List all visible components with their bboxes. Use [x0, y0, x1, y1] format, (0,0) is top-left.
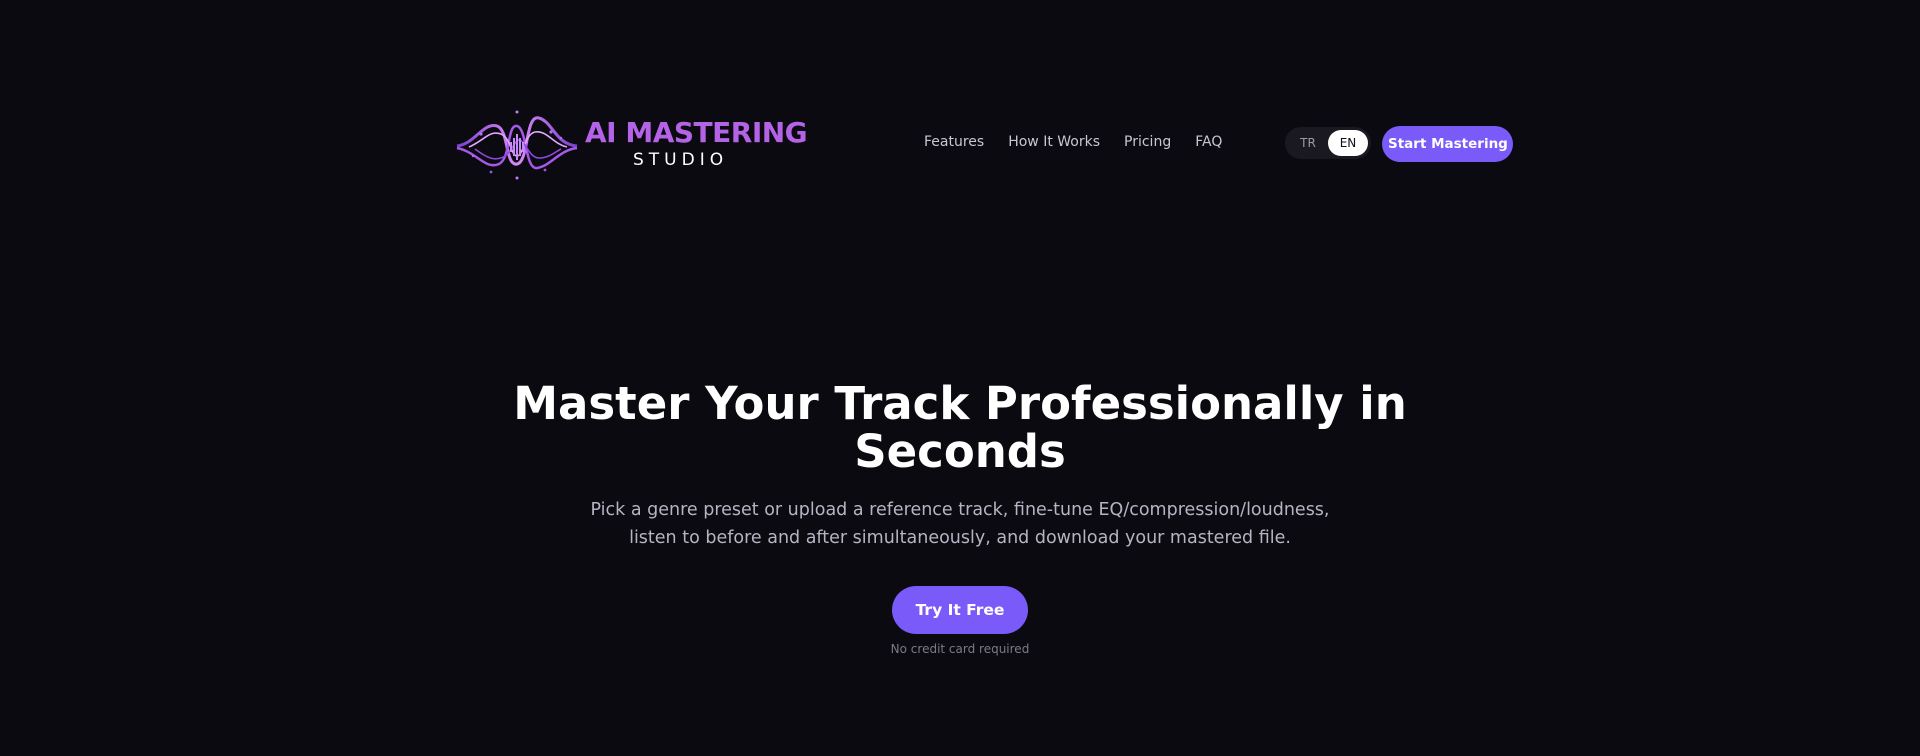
hero-subtitle: Pick a genre preset or upload a referenc… [590, 500, 1330, 548]
soundwave-logo-icon [456, 110, 578, 180]
try-it-free-button[interactable]: Try It Free [892, 586, 1028, 634]
brand-title: AI MASTERING [585, 116, 808, 149]
nav-item-features[interactable]: Features [924, 134, 984, 150]
brand-logo-link[interactable]: AI MASTERING STUDIO [455, 100, 808, 188]
nav-item-pricing[interactable]: Pricing [1124, 134, 1171, 150]
hero-title: Master Your Track Professionally in Seco… [513, 377, 1407, 478]
site-header: AI MASTERING STUDIO Features How It Work… [455, 100, 1513, 188]
start-mastering-button[interactable]: Start Mastering [1382, 126, 1513, 162]
language-option-tr[interactable]: TR [1288, 130, 1328, 156]
language-switcher: TR EN [1285, 127, 1371, 159]
page: AI MASTERING STUDIO Features How It Work… [0, 0, 1920, 756]
nav-item-how-it-works[interactable]: How It Works [1008, 134, 1100, 150]
no-credit-card-note: No credit card required [890, 642, 1030, 656]
hero-section: Master Your Track Professionally in Seco… [0, 377, 1920, 657]
language-option-en[interactable]: EN [1328, 130, 1368, 156]
main-nav: Features How It Works Pricing FAQ [924, 134, 1222, 150]
nav-item-faq[interactable]: FAQ [1195, 134, 1222, 150]
brand-subtitle: STUDIO [633, 150, 729, 170]
